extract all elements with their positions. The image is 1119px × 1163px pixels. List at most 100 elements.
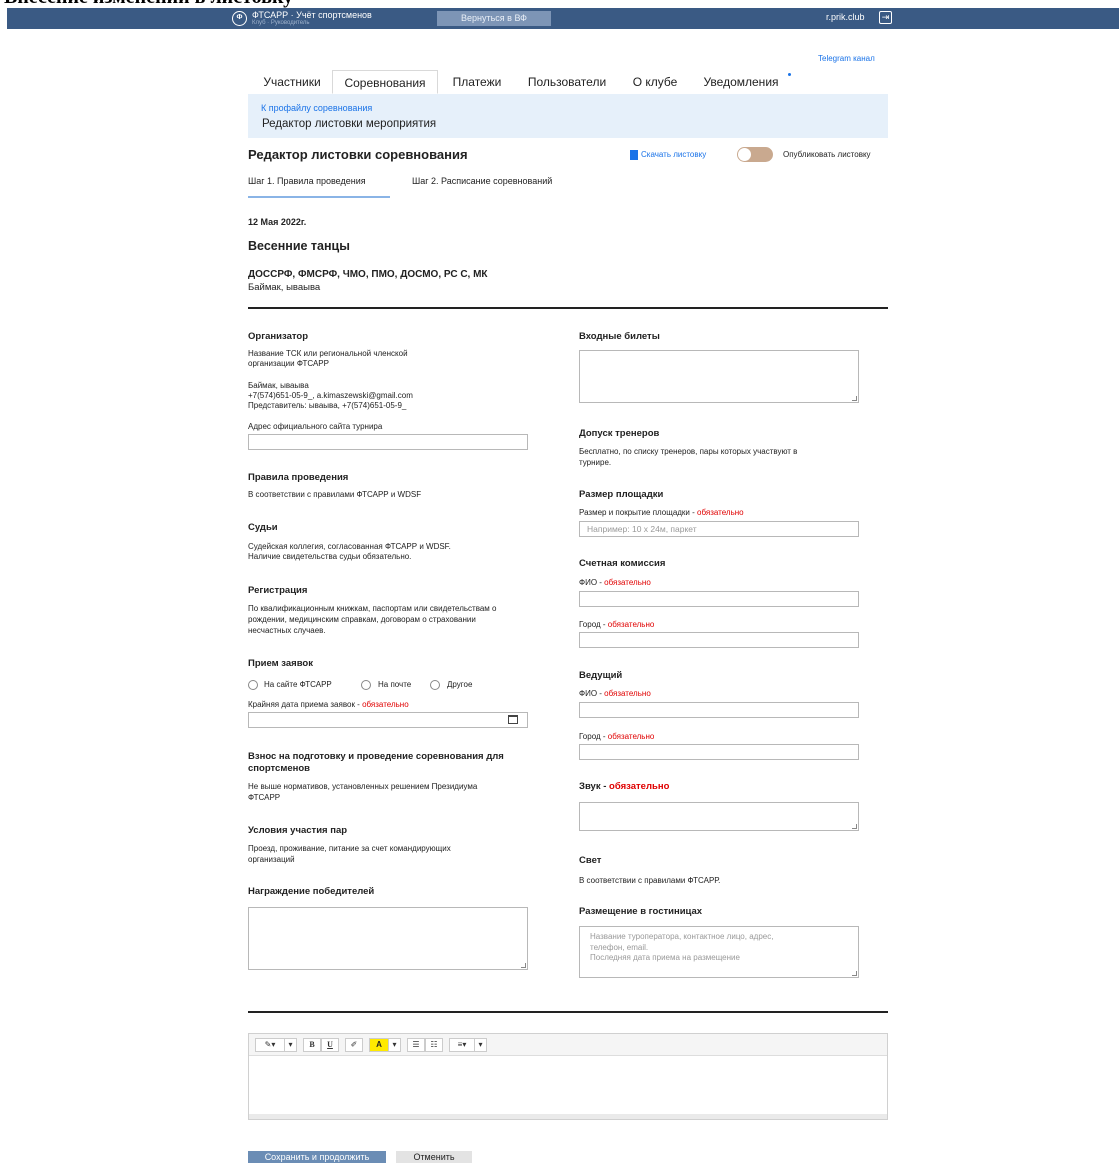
- judges-heading: Судьи: [248, 522, 278, 533]
- ordered-list-icon[interactable]: ☷: [425, 1038, 443, 1052]
- publish-label: Опубликовать листовку: [783, 150, 871, 159]
- awards-textarea[interactable]: [248, 907, 528, 970]
- top-bar: Ф ФТСАРР · Учёт спортсменов Клуб · Руков…: [7, 8, 1119, 29]
- registration-text: рождении, медицинским справкам, договора…: [248, 615, 476, 624]
- hotel-placeholder: Последняя дата приема на размещение: [590, 953, 740, 962]
- fee-text: ФТСАРР: [248, 793, 281, 802]
- coaches-text: Бесплатно, по списку тренеров, пары кото…: [579, 447, 798, 456]
- floor-input[interactable]: Например: 10 х 24м, паркет: [579, 521, 859, 537]
- resize-grip-icon[interactable]: [852, 396, 857, 401]
- breadcrumb: К профайлу соревнования Редактор листовк…: [248, 94, 888, 138]
- event-organizations: ДОССРФ, ФМСРФ, ЧМО, ПМО, ДОСМО, РС С, МК: [248, 269, 488, 280]
- conditions-text: Проезд, проживание, питание за счет кома…: [248, 844, 451, 853]
- fee-heading: спортсменов: [248, 763, 311, 774]
- resize-grip-icon[interactable]: [852, 971, 857, 976]
- tab-competitions[interactable]: Соревнования: [332, 70, 438, 94]
- organizer-line: Название ТСК или региональной членской: [248, 349, 408, 358]
- radio-other[interactable]: [430, 680, 440, 690]
- step-1-tab[interactable]: Шаг 1. Правила проведения: [248, 176, 366, 186]
- tab-users[interactable]: Пользователи: [518, 70, 616, 94]
- download-flyer-link[interactable]: Скачать листовку: [641, 150, 706, 159]
- rules-text: В соответствии с правилами ФТСАРР и WDSF: [248, 490, 422, 499]
- tab-participants[interactable]: Участники: [252, 70, 332, 94]
- tab-payments[interactable]: Платежи: [443, 70, 511, 94]
- style-magic-icon[interactable]: ✎▾: [255, 1038, 285, 1052]
- app-title: ФТСАРР · Учёт спортсменов: [252, 10, 372, 20]
- radio-mail[interactable]: [361, 680, 371, 690]
- event-place: Баймак, ываыва: [248, 282, 321, 293]
- document-icon[interactable]: [630, 150, 638, 160]
- organizer-line: Представитель: ываыва, +7(574)651-05-9_: [248, 401, 407, 410]
- hotel-textarea[interactable]: Название туроператора, контактное лицо, …: [579, 926, 859, 978]
- editor-toolbar: ✎▾ ▾ B U ✐ A ▾ ☰ ☷ ≡▾ ▾: [249, 1034, 887, 1056]
- site-input[interactable]: [248, 434, 528, 450]
- host-fio-label: ФИО - обязательно: [579, 689, 651, 698]
- event-name: Весенние танцы: [248, 239, 350, 253]
- radio-other-label[interactable]: Другое: [447, 680, 472, 689]
- text-color-button[interactable]: A: [369, 1038, 389, 1052]
- coaches-text: турнире.: [579, 458, 612, 467]
- divider: [248, 1011, 888, 1013]
- counting-fio-input[interactable]: [579, 591, 859, 607]
- tickets-textarea[interactable]: [579, 350, 859, 403]
- judges-text: Наличие свидетельства судьи обязательно.: [248, 552, 412, 561]
- resize-grip-icon[interactable]: [521, 963, 526, 968]
- publish-toggle[interactable]: [737, 147, 773, 162]
- resize-grip-icon[interactable]: [852, 824, 857, 829]
- breadcrumb-current: Редактор листовки мероприятия: [262, 118, 437, 130]
- unordered-list-icon[interactable]: ☰: [407, 1038, 425, 1052]
- host-city-label: Город - обязательно: [579, 732, 655, 741]
- notification-dot: [788, 73, 791, 76]
- fee-heading: Взнос на подготовку и проведение соревно…: [248, 751, 504, 762]
- counting-city-input[interactable]: [579, 632, 859, 648]
- app-subtitle: Клуб · Руководитель: [252, 20, 310, 26]
- floor-label: Размер и покрытие площадки - обязательно: [579, 508, 744, 517]
- radio-mail-label[interactable]: На почте: [378, 680, 411, 689]
- color-dropdown-icon[interactable]: ▾: [389, 1038, 401, 1052]
- event-date: 12 Мая 2022г.: [248, 217, 307, 227]
- registration-text: несчастных случаев.: [248, 626, 326, 635]
- underline-button[interactable]: U: [321, 1038, 339, 1052]
- step-2-tab[interactable]: Шаг 2. Расписание соревнований: [412, 176, 552, 186]
- user-name[interactable]: r.prik.club: [826, 12, 865, 22]
- host-heading: Ведущий: [579, 670, 623, 681]
- deadline-input[interactable]: [248, 712, 528, 728]
- judges-text: Судейская коллегия, согласованная ФТСАРР…: [248, 542, 451, 551]
- style-dropdown-icon[interactable]: ▾: [285, 1038, 297, 1052]
- coaches-heading: Допуск тренеров: [579, 428, 660, 439]
- tickets-heading: Входные билеты: [579, 331, 660, 342]
- align-dropdown-icon[interactable]: ▾: [475, 1038, 487, 1052]
- tab-notifications[interactable]: Уведомления: [694, 70, 788, 94]
- light-text: В соответствии с правилами ФТСАРР.: [579, 876, 721, 885]
- sound-textarea[interactable]: [579, 802, 859, 831]
- tab-about-club[interactable]: О клубе: [623, 70, 687, 94]
- floor-heading: Размер площадки: [579, 489, 664, 500]
- registration-text: По квалификационным книжкам, паспортам и…: [248, 604, 497, 613]
- organizer-line: +7(574)651-05-9_, a.kimaszewski@gmail.co…: [248, 391, 413, 400]
- host-city-input[interactable]: [579, 744, 859, 760]
- calendar-icon[interactable]: [508, 715, 518, 724]
- conditions-heading: Условия участия пар: [248, 825, 348, 836]
- radio-site-label[interactable]: На сайте ФТСАРР: [264, 680, 332, 689]
- save-continue-button[interactable]: Сохранить и продолжить: [248, 1151, 386, 1163]
- site-label: Адрес официального сайта турнира: [248, 422, 383, 431]
- cancel-button[interactable]: Отменить: [396, 1151, 472, 1163]
- align-icon[interactable]: ≡▾: [449, 1038, 475, 1052]
- bold-button[interactable]: B: [303, 1038, 321, 1052]
- telegram-link[interactable]: Telegram канал: [818, 54, 875, 63]
- logout-icon[interactable]: ⇥: [879, 11, 892, 24]
- radio-site[interactable]: [248, 680, 258, 690]
- eraser-icon[interactable]: ✐: [345, 1038, 363, 1052]
- breadcrumb-link[interactable]: К профайлу соревнования: [261, 103, 372, 113]
- light-heading: Свет: [579, 855, 602, 866]
- host-fio-input[interactable]: [579, 702, 859, 718]
- awards-heading: Награждение победителей: [248, 886, 375, 897]
- hotel-placeholder: Название туроператора, контактное лицо, …: [590, 932, 774, 941]
- rich-text-editor[interactable]: ✎▾ ▾ B U ✐ A ▾ ☰ ☷ ≡▾ ▾: [248, 1033, 888, 1120]
- divider: [248, 307, 888, 309]
- app-logo-icon: Ф: [232, 11, 247, 26]
- editor-resize-handle[interactable]: [249, 1114, 887, 1119]
- sound-heading: Звук - обязательно: [579, 781, 670, 792]
- back-to-vf-button[interactable]: Вернуться в ВФ: [437, 11, 551, 26]
- counting-heading: Счетная комиссия: [579, 558, 666, 569]
